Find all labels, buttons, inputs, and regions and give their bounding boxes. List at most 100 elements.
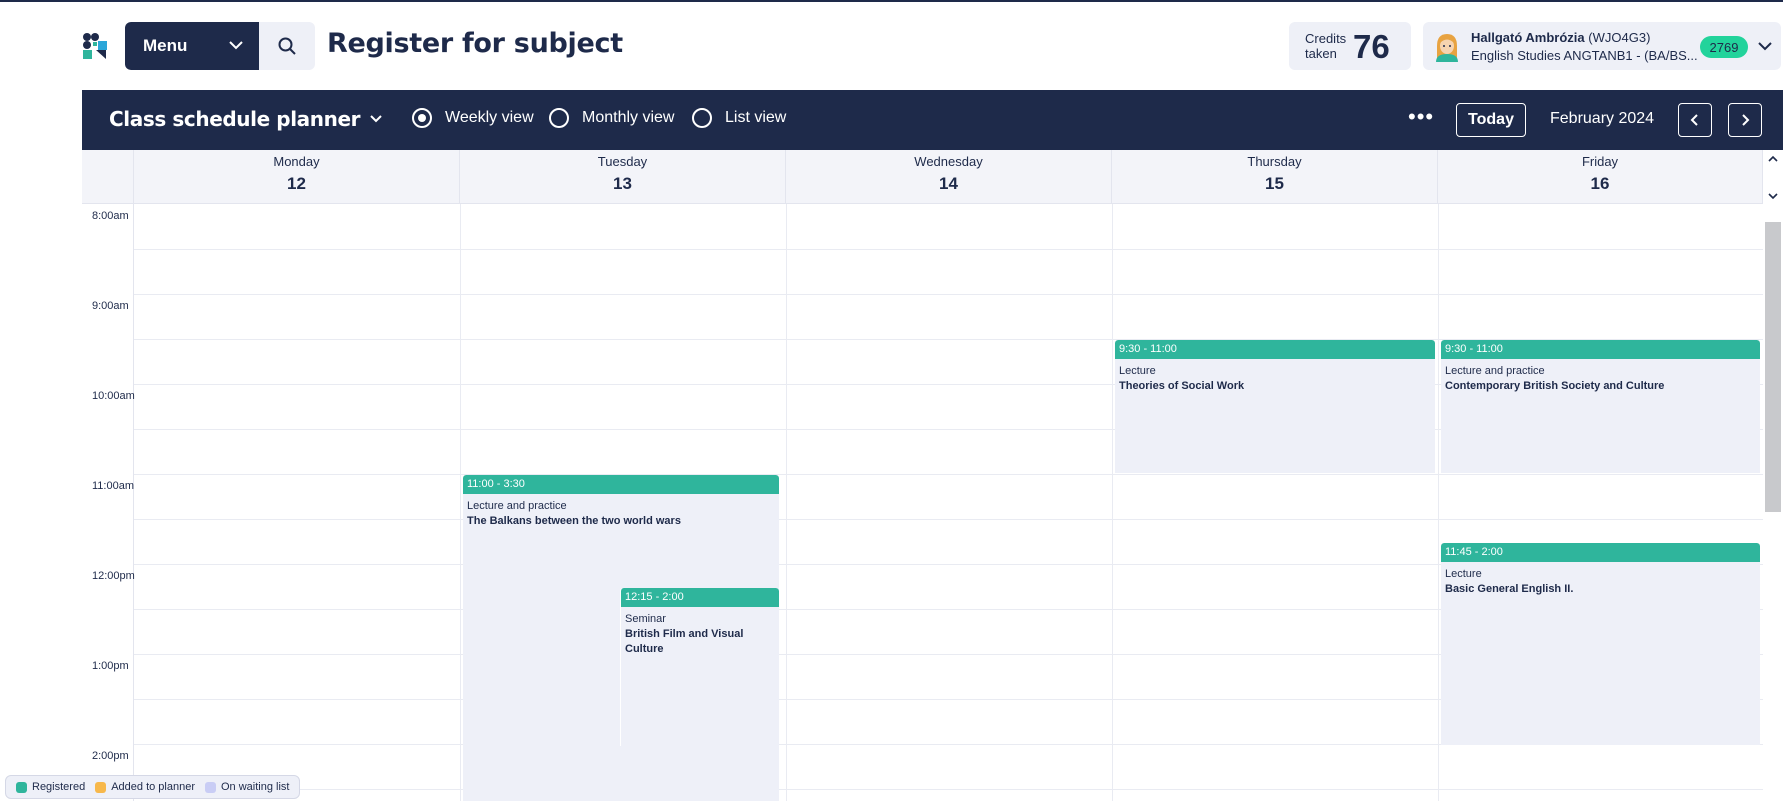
- event-contemporary-british-society[interactable]: 9:30 - 11:00 Lecture and practice Contem…: [1441, 340, 1760, 473]
- time-label: 12:00pm: [92, 570, 135, 582]
- menu-label: Menu: [143, 36, 188, 55]
- radio-unselected-icon: [692, 108, 712, 128]
- scrollbar-thumb[interactable]: [1765, 222, 1781, 512]
- radio-label: Weekly view: [445, 109, 534, 126]
- day-name: Wednesday: [914, 154, 983, 169]
- radio-list-view[interactable]: List view: [692, 108, 786, 128]
- day-header-tuesday: Tuesday 13: [460, 150, 786, 204]
- credits-value: 76: [1353, 28, 1390, 65]
- planner-title-dropdown[interactable]: Class schedule planner: [109, 107, 384, 131]
- time-label: 10:00am: [92, 390, 135, 402]
- event-name: Contemporary British Society and Culture: [1445, 380, 1665, 392]
- credits-label: Credits taken: [1305, 31, 1347, 61]
- legend-item-registered: Registered: [16, 781, 85, 793]
- event-time: 11:45 - 2:00: [1441, 543, 1760, 562]
- grid-line: [134, 294, 1763, 295]
- user-profile[interactable]: Hallgató Ambrózia (WJO4G3) English Studi…: [1423, 22, 1781, 70]
- credits-widget: Credits taken 76: [1289, 22, 1411, 70]
- legend-label: Registered: [32, 781, 86, 793]
- legend-swatch: [16, 781, 27, 793]
- time-column-header: [82, 150, 134, 204]
- day-header-friday: Friday 16: [1438, 150, 1763, 204]
- more-options-icon[interactable]: •••: [1408, 104, 1434, 130]
- event-type: Lecture: [1119, 365, 1156, 377]
- day-number: 13: [613, 174, 632, 193]
- time-label: 2:00pm: [92, 750, 129, 762]
- radio-unselected-icon: [549, 108, 569, 128]
- user-badge: 2769: [1700, 36, 1748, 58]
- app-logo-icon[interactable]: [82, 32, 110, 60]
- time-label: 1:00pm: [92, 660, 129, 672]
- user-name-line: Hallgató Ambrózia (WJO4G3): [1471, 30, 1650, 45]
- previous-week-button[interactable]: [1678, 103, 1712, 137]
- planner-toolbar: Class schedule planner Weekly view Month…: [82, 90, 1783, 150]
- event-type: Seminar: [625, 613, 666, 625]
- legend-swatch: [95, 781, 107, 793]
- grid-line: [134, 249, 1763, 250]
- day-header-wednesday: Wednesday 14: [786, 150, 1112, 204]
- event-name: Basic General English II.: [1445, 583, 1574, 595]
- grid-line: [134, 789, 1763, 790]
- menu-button[interactable]: Menu: [125, 22, 259, 70]
- avatar: [1436, 34, 1458, 62]
- chevron-left-icon: [1690, 114, 1698, 126]
- next-week-button[interactable]: [1728, 103, 1762, 137]
- day-name: Tuesday: [597, 154, 648, 169]
- weekly-calendar: Monday 12 Tuesday 13 Wednesday 14 Thursd…: [82, 150, 1763, 801]
- day-divider: [1112, 204, 1113, 801]
- event-british-film-visual-culture[interactable]: 12:15 - 2:00 Seminar British Film and Vi…: [620, 588, 779, 746]
- day-name: Monday: [273, 154, 320, 169]
- legend-item-added-to-planner: Added to planner: [95, 781, 195, 793]
- event-theories-of-social-work[interactable]: 9:30 - 11:00 Lecture Theories of Social …: [1115, 340, 1435, 473]
- chevron-down-icon: [229, 41, 243, 50]
- event-time: 11:00 - 3:30: [463, 475, 779, 494]
- radio-label: Monthly view: [582, 109, 675, 126]
- time-label: 8:00am: [92, 210, 129, 222]
- event-time: 9:30 - 11:00: [1441, 340, 1760, 359]
- search-button[interactable]: [259, 22, 315, 70]
- legend-label: Added to planner: [111, 781, 195, 793]
- day-number: 16: [1590, 174, 1610, 193]
- day-name: Friday: [1581, 154, 1619, 169]
- day-number: 15: [1265, 174, 1284, 193]
- radio-monthly-view[interactable]: Monthly view: [549, 108, 674, 128]
- day-divider: [460, 204, 461, 801]
- day-divider: [1438, 204, 1439, 801]
- radio-selected-icon: [412, 108, 432, 128]
- event-type: Lecture and practice: [1445, 365, 1545, 377]
- day-number: 14: [939, 174, 958, 193]
- event-name: British Film and Visual Culture: [625, 628, 744, 655]
- user-name: Hallgató Ambrózia: [1471, 30, 1585, 45]
- app-header: Menu Register for subject Credits taken …: [0, 2, 1783, 90]
- event-type: Lecture: [1445, 568, 1482, 580]
- chevron-down-icon[interactable]: [1756, 37, 1774, 55]
- time-column: 8:00am 9:00am 10:00am 11:00am 12:00pm 1:…: [82, 204, 135, 801]
- event-time: 12:15 - 2:00: [621, 588, 779, 607]
- event-basic-general-english[interactable]: 11:45 - 2:00 Lecture Basic General Engli…: [1441, 543, 1760, 745]
- user-program: English Studies ANGTANB1 - (BA/BS...: [1471, 48, 1698, 63]
- day-number: 12: [287, 174, 306, 193]
- chevron-right-icon: [1742, 114, 1750, 126]
- current-month: February 2024: [1550, 110, 1655, 127]
- chevron-down-icon: [370, 115, 382, 123]
- user-code: (WJO4G3): [1588, 30, 1651, 45]
- scroll-up-icon[interactable]: [1766, 152, 1780, 166]
- today-button[interactable]: Today: [1456, 103, 1526, 137]
- page-title: Register for subject: [327, 28, 623, 59]
- time-label: 9:00am: [92, 300, 129, 312]
- grid-line: [134, 474, 1763, 475]
- day-header-monday: Monday 12: [134, 150, 460, 204]
- legend-label: On waiting list: [221, 781, 290, 793]
- grid-line: [134, 519, 1763, 520]
- event-type: Lecture and practice: [467, 500, 567, 512]
- search-icon: [278, 37, 296, 55]
- scroll-down-icon[interactable]: [1766, 189, 1780, 203]
- legend-swatch: [205, 781, 216, 793]
- day-name: Thursday: [1247, 154, 1302, 169]
- event-name: Theories of Social Work: [1119, 380, 1245, 392]
- radio-label: List view: [725, 109, 787, 126]
- legend-item-waiting-list: On waiting list: [205, 781, 289, 793]
- planner-title: Class schedule planner: [109, 107, 361, 131]
- day-header-thursday: Thursday 15: [1112, 150, 1438, 204]
- radio-weekly-view[interactable]: Weekly view: [412, 108, 534, 128]
